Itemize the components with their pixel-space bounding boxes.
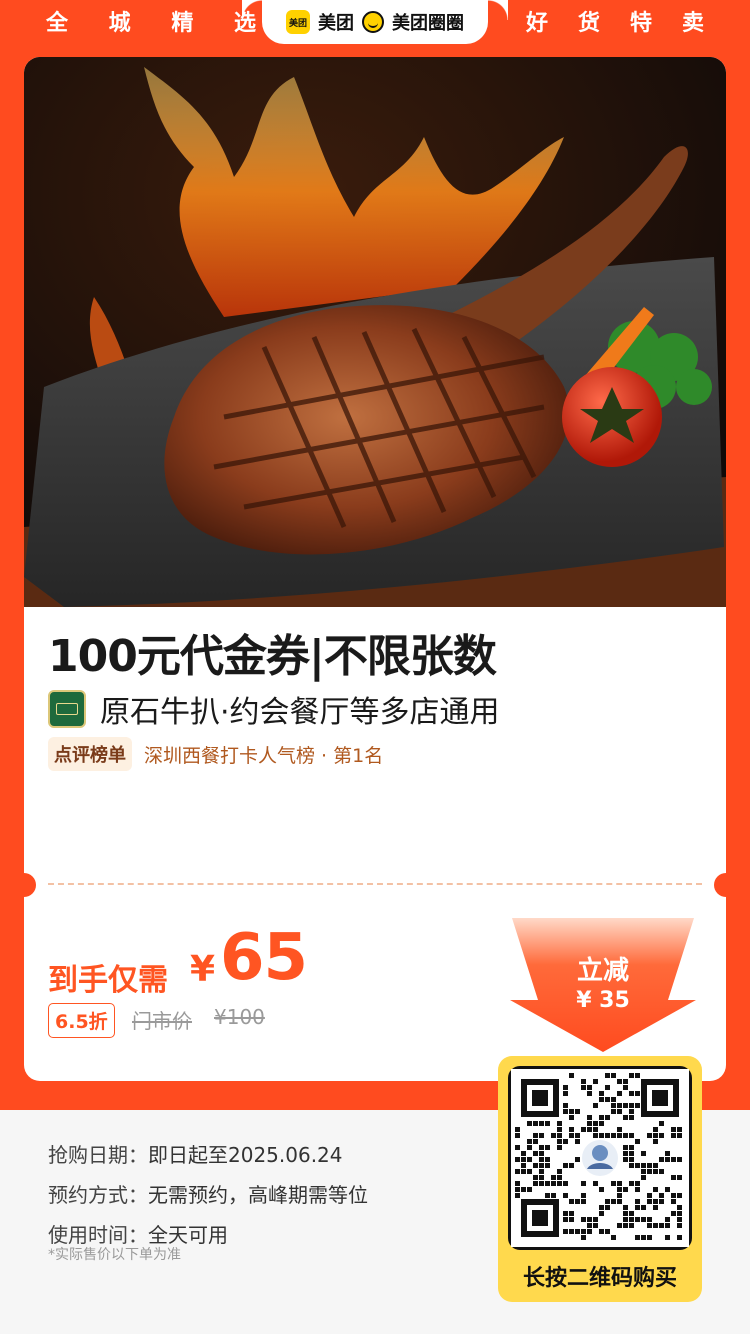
top-bar: 全 城 精 选 美团 美团 美团圈圈 好 货 特 卖 xyxy=(0,0,750,48)
qr-cta: 长按二维码购买 xyxy=(522,1266,677,1291)
discount-badge: 6.5折 xyxy=(48,1003,115,1038)
steak-hero-image xyxy=(24,57,726,607)
shop-logo-icon xyxy=(48,690,86,728)
product-title: 100元代金券|不限张数 xyxy=(48,631,497,682)
original-price-value: ¥100 xyxy=(214,1005,265,1029)
qr-code[interactable] xyxy=(508,1066,692,1250)
info-key: 抢购日期： xyxy=(48,1143,148,1167)
qr-code-icon xyxy=(511,1069,689,1247)
deal-info: 抢购日期：即日起至2025.06.24 预约方式：无需预约，高峰期需等位 使用时… xyxy=(48,1140,368,1260)
brand-quanquan: 美团圈圈 xyxy=(392,13,464,34)
rank-text: 深圳西餐打卡人气榜 · 第1名 xyxy=(144,744,384,767)
price-note: *实际售价以下单为准 xyxy=(48,1247,181,1263)
savings-amount: ¥ 35 xyxy=(576,988,630,1013)
savings-title: 立减 xyxy=(576,956,629,986)
brand-meituan: 美团 xyxy=(318,13,354,34)
slogan-right: 好 货 特 卖 xyxy=(526,6,704,42)
ticket-notch-right xyxy=(714,873,726,897)
original-price-label: 门市价 xyxy=(132,1009,192,1033)
price-label: 到手仅需 xyxy=(48,963,168,998)
slogan-char: 好 xyxy=(526,11,549,36)
slogan-char: 货 xyxy=(577,11,600,36)
slogan-char: 精 xyxy=(171,11,194,36)
info-key: 预约方式： xyxy=(48,1183,148,1207)
slogan-left: 全 城 精 选 xyxy=(46,6,256,42)
info-row: 预约方式：无需预约，高峰期需等位 xyxy=(48,1180,368,1220)
shop-row: 原石牛扒·约会餐厅等多店通用 xyxy=(48,687,500,731)
price-currency: ¥ xyxy=(190,949,216,990)
shop-name: 原石牛扒·约会餐厅等多店通用 xyxy=(100,695,500,730)
ticket-notch-left xyxy=(24,873,36,897)
info-value: 即日起至2025.06.24 xyxy=(148,1143,343,1167)
smile-icon xyxy=(362,11,384,33)
dashed-divider xyxy=(48,883,702,885)
brand-tab: 美团 美团 美团圈圈 xyxy=(262,0,508,44)
price-value: 65 xyxy=(220,921,308,995)
slogan-char: 城 xyxy=(108,11,131,36)
meituan-logo-icon: 美团 xyxy=(286,10,310,34)
info-row: 抢购日期：即日起至2025.06.24 xyxy=(48,1140,368,1180)
rank-badge: 点评榜单 xyxy=(48,737,132,771)
qr-panel[interactable]: 长按二维码购买 xyxy=(498,1056,702,1302)
slogan-char: 特 xyxy=(629,11,652,36)
rank-row: 点评榜单 深圳西餐打卡人气榜 · 第1名 xyxy=(48,737,383,771)
slogan-char: 卖 xyxy=(681,11,704,36)
info-value: 无需预约，高峰期需等位 xyxy=(148,1183,368,1207)
slogan-char: 全 xyxy=(46,11,69,36)
